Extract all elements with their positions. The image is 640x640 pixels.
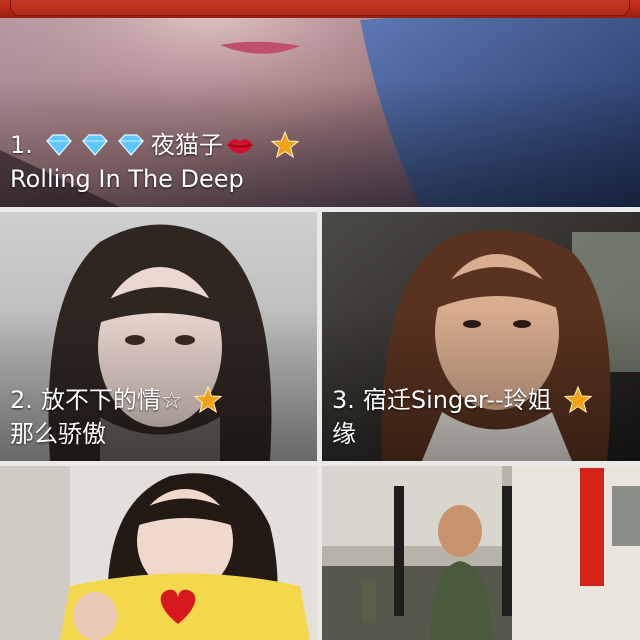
username-1: 夜猫子 (150, 131, 223, 159)
top-bar-button-edge (10, 0, 630, 16)
user-card-1[interactable]: 1. 夜猫子 Rolling In The Deep (0, 0, 640, 207)
subtitle-1: Rolling In The Deep (10, 165, 244, 193)
star-icon (563, 386, 592, 414)
user-photo-5 (322, 466, 640, 640)
username-2: 放不下的情☆ (40, 386, 183, 414)
top-navigation-bar (0, 0, 640, 18)
subtitle-2: 那么骄傲 (10, 420, 106, 448)
star-icon (270, 131, 299, 159)
diamond-icon (118, 134, 144, 156)
caption-2: 2. 放不下的情☆ 那么骄傲 (10, 383, 223, 451)
user-card-2[interactable]: 2. 放不下的情☆ 那么骄傲 (0, 212, 317, 461)
diamond-icon (82, 134, 108, 156)
user-card-5[interactable] (322, 466, 640, 640)
caption-3: 3. 宿迁Singer--玲姐 缘 (332, 383, 592, 451)
user-card-3[interactable]: 3. 宿迁Singer--玲姐 缘 (322, 212, 640, 461)
diamond-icon (46, 134, 72, 156)
username-3: 宿迁Singer--玲姐 (362, 386, 552, 414)
rank-3: 3. (332, 386, 355, 414)
user-photo-4 (0, 466, 317, 640)
caption-1: 1. 夜猫子 Rolling In The Deep (10, 128, 299, 196)
subtitle-3: 缘 (332, 420, 356, 448)
lips-icon (226, 139, 253, 154)
star-icon (194, 386, 223, 414)
user-card-4[interactable] (0, 466, 317, 640)
rank-2: 2. (10, 386, 33, 414)
rank-1: 1. (10, 131, 33, 159)
